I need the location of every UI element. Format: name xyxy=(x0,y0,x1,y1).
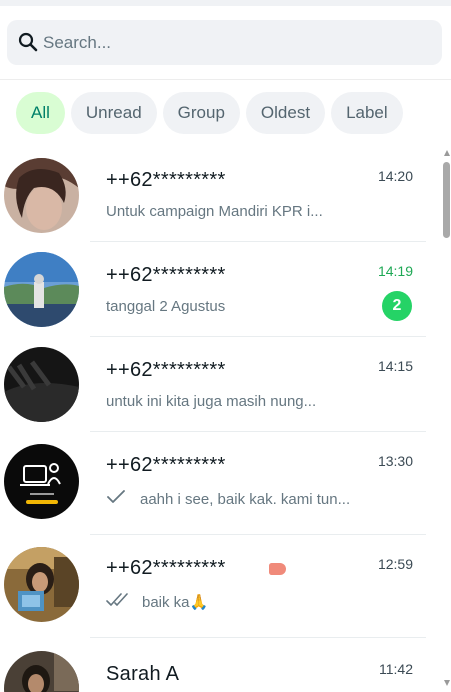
header-divider xyxy=(0,79,451,80)
single-check-icon xyxy=(106,490,128,508)
chat-preview-text: baik ka🙏 xyxy=(142,594,209,611)
chat-name: Sarah A xyxy=(106,663,180,685)
chat-preview-text: untuk ini kita juga masih nung... xyxy=(106,393,317,410)
chat-list: ++62********* 14:20 Untuk campaign Mandi… xyxy=(0,147,437,692)
filter-chip-group[interactable]: Group xyxy=(162,92,240,134)
filter-chip-oldest[interactable]: Oldest xyxy=(245,92,326,134)
chat-preview: aahh i see, baik kak. kami tun... xyxy=(106,490,350,508)
scroll-down-arrow-icon[interactable] xyxy=(444,680,450,686)
scroll-up-arrow-icon[interactable] xyxy=(444,150,450,156)
chat-name: ++62********* xyxy=(106,359,226,381)
scroll-thumb[interactable] xyxy=(443,162,450,238)
chat-name: ++62********* xyxy=(106,557,226,579)
chat-row[interactable]: Sarah A 11:42 xyxy=(0,638,437,692)
filter-chips: All Unread Group Oldest Label xyxy=(16,92,403,134)
double-check-icon xyxy=(106,593,132,611)
chat-time: 12:59 xyxy=(377,556,413,572)
avatar xyxy=(4,444,79,519)
chat-row[interactable]: ++62********* 14:15 untuk ini kita juga … xyxy=(0,337,437,432)
unread-count-badge: 2 xyxy=(382,291,412,321)
chat-preview: tanggal 2 Agustus xyxy=(106,298,225,315)
chat-preview-text: Untuk campaign Mandiri KPR i... xyxy=(106,203,323,220)
chat-preview-text: tanggal 2 Agustus xyxy=(106,298,226,315)
chat-preview: Untuk campaign Mandiri KPR i... xyxy=(106,203,323,220)
chat-time: 11:42 xyxy=(379,661,413,677)
search-input[interactable] xyxy=(43,20,433,65)
chat-name: ++62********* xyxy=(106,169,226,191)
search-icon xyxy=(18,32,38,52)
chat-time: 13:30 xyxy=(377,453,413,469)
avatar xyxy=(4,547,79,622)
avatar xyxy=(4,347,79,422)
chat-preview: baik ka🙏 xyxy=(106,593,208,611)
filter-chip-label[interactable]: Label xyxy=(331,92,403,134)
chat-row[interactable]: ++62********* 13:30 aahh i see, baik kak… xyxy=(0,432,437,535)
chat-time: 14:19 xyxy=(377,263,413,279)
chat-row[interactable]: ++62********* 12:59 baik ka🙏 xyxy=(0,535,437,638)
avatar xyxy=(4,252,79,327)
scrollbar[interactable] xyxy=(442,150,451,692)
chat-row[interactable]: ++62********* 14:19 tanggal 2 Agustus 2 xyxy=(0,242,437,337)
filter-chip-unread[interactable]: Unread xyxy=(70,92,157,134)
chat-preview-text: aahh i see, baik kak. kami tun... xyxy=(140,490,351,508)
avatar xyxy=(4,158,79,233)
chat-preview: untuk ini kita juga masih nung... xyxy=(106,393,316,410)
avatar xyxy=(4,651,79,692)
chat-row[interactable]: ++62********* 14:20 Untuk campaign Mandi… xyxy=(0,147,437,242)
chat-time: 14:20 xyxy=(377,168,413,184)
chat-time: 14:15 xyxy=(377,358,413,374)
top-strip xyxy=(0,0,451,6)
chat-name: ++62********* xyxy=(106,264,226,286)
filter-chip-all[interactable]: All xyxy=(16,92,65,134)
chat-name: ++62********* xyxy=(106,454,226,476)
search-bar[interactable] xyxy=(7,20,442,65)
label-tag-icon xyxy=(269,563,286,575)
